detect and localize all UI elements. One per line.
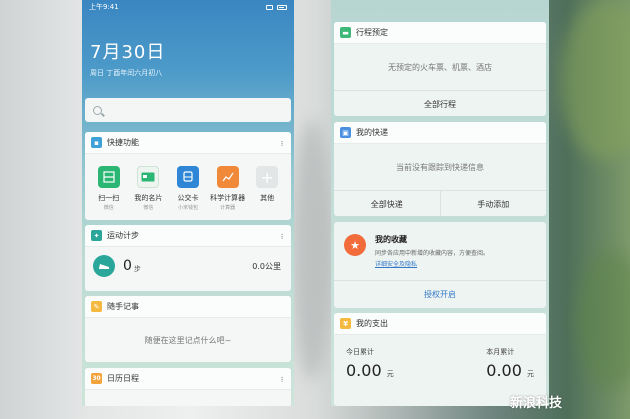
notes-card: ✎ 随手记事 随便在这里记点什么吧~ bbox=[85, 296, 291, 362]
shoe-icon bbox=[93, 255, 115, 277]
chart-icon bbox=[216, 166, 239, 188]
right-phone-screen: ▬ 行程预定 无预定的火车票、机票、酒店 全部行程 ▣ 我的快递 当前没有跟踪到… bbox=[331, 0, 549, 406]
plus-icon: + bbox=[256, 166, 279, 188]
step-unit: 步 bbox=[133, 265, 141, 273]
month-value: 0.00 bbox=[486, 361, 522, 380]
background-foliage-lower bbox=[575, 250, 630, 390]
quick-item-calculator[interactable]: 科学计算器 计算器 bbox=[210, 166, 246, 211]
card-icon bbox=[137, 166, 160, 188]
background-stand bbox=[292, 120, 332, 380]
lunar-date: 周日 丁酉年闰六月初八 bbox=[90, 69, 163, 77]
privacy-link[interactable]: 详细安全及隐私 bbox=[375, 259, 489, 268]
bus-icon bbox=[176, 166, 199, 188]
quick-functions-header: ▪ 快捷功能 ··· bbox=[85, 132, 291, 154]
manual-add-button[interactable]: 手动添加 bbox=[441, 191, 547, 216]
wallet-icon: ¥ bbox=[340, 318, 351, 329]
notes-header: ✎ 随手记事 bbox=[85, 296, 291, 318]
trip-card: ▬ 行程预定 无预定的火车票、机票、酒店 全部行程 bbox=[334, 22, 546, 116]
spending-header: ¥ 我的支出 bbox=[334, 313, 546, 335]
star-icon: ★ bbox=[344, 234, 366, 256]
step-count: 0 bbox=[123, 258, 132, 274]
search-bar[interactable] bbox=[85, 98, 291, 122]
scan-icon bbox=[97, 166, 120, 188]
search-icon bbox=[93, 105, 102, 115]
trip-title: 行程预定 bbox=[356, 28, 388, 37]
quick-item-scan[interactable]: 扫一扫 微信 bbox=[91, 166, 127, 211]
express-card: ▣ 我的快递 当前没有跟踪到快递信息 全部快递 手动添加 bbox=[334, 122, 546, 216]
express-empty-message: 当前没有跟踪到快递信息 bbox=[396, 162, 484, 172]
today-value: 0.00 bbox=[346, 361, 382, 380]
bolt-icon: ▪ bbox=[91, 137, 102, 148]
package-icon: ▣ bbox=[340, 127, 351, 138]
quick-functions-title: 快捷功能 bbox=[107, 138, 139, 147]
step-distance: 0.0公里 bbox=[252, 261, 281, 271]
background-foliage bbox=[560, 0, 630, 160]
status-time: 上午9:41 bbox=[89, 3, 119, 11]
running-icon: ✦ bbox=[91, 230, 102, 241]
sina-tech-watermark: 新浪科技 bbox=[510, 396, 563, 411]
favorites-title: 我的收藏 bbox=[375, 235, 407, 244]
authorize-button[interactable]: 授权开启 bbox=[334, 281, 546, 307]
spending-title: 我的支出 bbox=[356, 319, 388, 328]
favorites-card: ★ 我的收藏 同步各应用中新增的收藏内容，方便查阅。 详细安全及隐私 授权开启 bbox=[334, 222, 546, 308]
calendar-icon: 30 bbox=[91, 373, 102, 384]
step-counter-title: 运动计步 bbox=[107, 231, 139, 240]
calendar-header: 30 日历日程 ··· bbox=[85, 368, 291, 390]
all-trips-button[interactable]: 全部行程 bbox=[334, 91, 546, 116]
notes-input[interactable]: 随便在这里记点什么吧~ bbox=[85, 318, 291, 362]
calendar-title: 日历日程 bbox=[107, 374, 139, 383]
quick-item-other[interactable]: + 其他 bbox=[249, 166, 285, 211]
trip-header: ▬ 行程预定 bbox=[334, 22, 546, 44]
battery-icon bbox=[277, 4, 287, 10]
quick-functions-list: 扫一扫 微信 我的名片 微信 公交卡 小米钱包 科学计算器 计算器 + 其他 bbox=[85, 154, 291, 211]
date-title: 7月30日 bbox=[90, 42, 166, 63]
ticket-icon: ▬ bbox=[340, 27, 351, 38]
trip-empty-message: 无预定的火车票、机票、酒店 bbox=[388, 62, 492, 72]
quick-functions-card: ▪ 快捷功能 ··· 扫一扫 微信 我的名片 微信 公交卡 小米钱包 科学计算器… bbox=[85, 132, 291, 220]
express-title: 我的快递 bbox=[356, 128, 388, 137]
all-express-button[interactable]: 全部快递 bbox=[334, 191, 440, 216]
today-spending: 今日累计 0.00 元 bbox=[346, 348, 394, 380]
more-options-icon[interactable]: ··· bbox=[276, 140, 286, 146]
month-spending: 本月累计 0.00 元 bbox=[486, 348, 534, 380]
signal-icon bbox=[266, 4, 273, 10]
status-bar: 上午9:41 bbox=[82, 0, 294, 14]
quick-item-business-card[interactable]: 我的名片 微信 bbox=[130, 166, 166, 211]
left-phone-screen: 上午9:41 7月30日 周日 丁酉年闰六月初八 ▪ 快捷功能 ··· 扫一扫 … bbox=[82, 0, 294, 406]
more-options-icon[interactable]: ··· bbox=[276, 233, 286, 239]
quick-item-bus-card[interactable]: 公交卡 小米钱包 bbox=[170, 166, 206, 211]
calendar-card: 30 日历日程 ··· bbox=[85, 368, 291, 406]
more-options-icon[interactable]: ··· bbox=[276, 376, 286, 382]
notes-title: 随手记事 bbox=[107, 302, 139, 311]
step-counter-header: ✦ 运动计步 ··· bbox=[85, 225, 291, 247]
express-header: ▣ 我的快递 bbox=[334, 122, 546, 144]
pencil-icon: ✎ bbox=[91, 301, 102, 312]
step-counter-card: ✦ 运动计步 ··· 0 步 0.0公里 bbox=[85, 225, 291, 291]
favorites-description: 同步各应用中新增的收藏内容，方便查阅。 bbox=[375, 250, 490, 257]
